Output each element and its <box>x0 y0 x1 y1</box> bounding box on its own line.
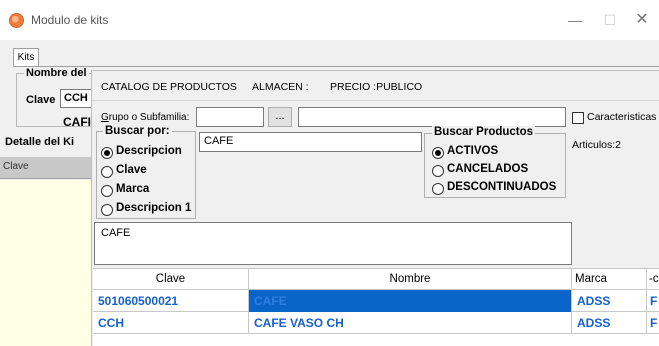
clave-label: Clave <box>26 94 56 106</box>
radio-marca[interactable] <box>101 185 113 197</box>
radio-marca-label[interactable]: Marca <box>116 183 149 195</box>
cell-extra[interactable]: F <box>647 290 659 312</box>
radio-descontinuados[interactable] <box>432 183 444 195</box>
grupo-label: Grupo o Subfamilia: <box>101 112 189 123</box>
column-header-extra[interactable]: -c <box>647 268 659 290</box>
grupo-input[interactable] <box>196 107 264 127</box>
description-textarea[interactable]: CAFE <box>94 222 572 265</box>
search-input[interactable]: CAFE <box>199 132 422 152</box>
cell-nombre[interactable]: CAFE VASO CH <box>249 312 572 334</box>
grupo-label-text: rupo o Subfamilia: <box>108 112 190 123</box>
caracteristicas-checkbox[interactable] <box>572 112 584 124</box>
radio-descripcion-1[interactable] <box>101 204 113 216</box>
radio-descripcion-label[interactable]: Descripcion <box>116 145 182 157</box>
column-header-nombre[interactable]: Nombre <box>249 268 572 290</box>
minimize-button[interactable]: — <box>558 8 592 32</box>
radio-cancelados-label[interactable]: CANCELADOS <box>447 163 528 175</box>
articulos-count: Articulos:2 <box>572 139 622 151</box>
column-header-clave[interactable]: Clave <box>93 268 249 290</box>
detail-grid-body[interactable] <box>0 180 92 346</box>
tab-kits[interactable]: Kits <box>13 48 39 67</box>
grupo-browse-button[interactable]: ... <box>268 107 292 127</box>
header-separator <box>92 100 659 101</box>
cell-nombre-selected[interactable]: CAFE <box>249 290 572 312</box>
cell-marca[interactable]: ADSS <box>572 312 647 334</box>
radio-clave[interactable] <box>101 166 113 178</box>
radio-cancelados[interactable] <box>432 165 444 177</box>
app-icon <box>9 13 24 28</box>
radio-activos-label[interactable]: ACTIVOS <box>447 145 498 157</box>
detail-grid-column-clave[interactable]: Clave <box>3 161 29 172</box>
nombre-label: Nombre del <box>24 67 89 79</box>
kit-name-label: CAFI <box>63 115 91 129</box>
catalog-title: CATALOG DE PRODUCTOS <box>101 81 237 93</box>
grupo-label-accel: G <box>101 112 109 123</box>
grupo-description-field[interactable] <box>298 107 566 127</box>
maximize-button[interactable]: ☐ <box>593 8 627 32</box>
cell-marca[interactable]: ADSS <box>572 290 647 312</box>
caracteristicas-label: Caracteristicas <box>587 111 657 123</box>
buscar-por-label: Buscar por: <box>103 125 172 137</box>
almacen-label: ALMACEN : <box>252 81 309 93</box>
radio-descripcion[interactable] <box>101 147 113 159</box>
cell-extra[interactable]: F <box>647 312 659 334</box>
tab-divider <box>13 66 659 67</box>
cell-clave[interactable]: CCH <box>93 312 249 334</box>
window-title: Modulo de kits <box>31 13 109 27</box>
radio-activos[interactable] <box>432 147 444 159</box>
close-button[interactable]: ✕ <box>625 8 659 32</box>
radio-descripcion-1-label[interactable]: Descripcion 1 <box>116 202 191 214</box>
precio-label: PRECIO :PUBLICO <box>330 81 423 93</box>
detalle-label: Detalle del Ki <box>5 136 75 148</box>
radio-descontinuados-label[interactable]: DESCONTINUADOS <box>447 181 556 193</box>
cell-clave[interactable]: 501060500021 <box>93 290 249 312</box>
radio-clave-label[interactable]: Clave <box>116 164 147 176</box>
buscar-productos-label: Buscar Productos <box>432 126 536 138</box>
column-header-marca[interactable]: Marca <box>572 268 647 290</box>
